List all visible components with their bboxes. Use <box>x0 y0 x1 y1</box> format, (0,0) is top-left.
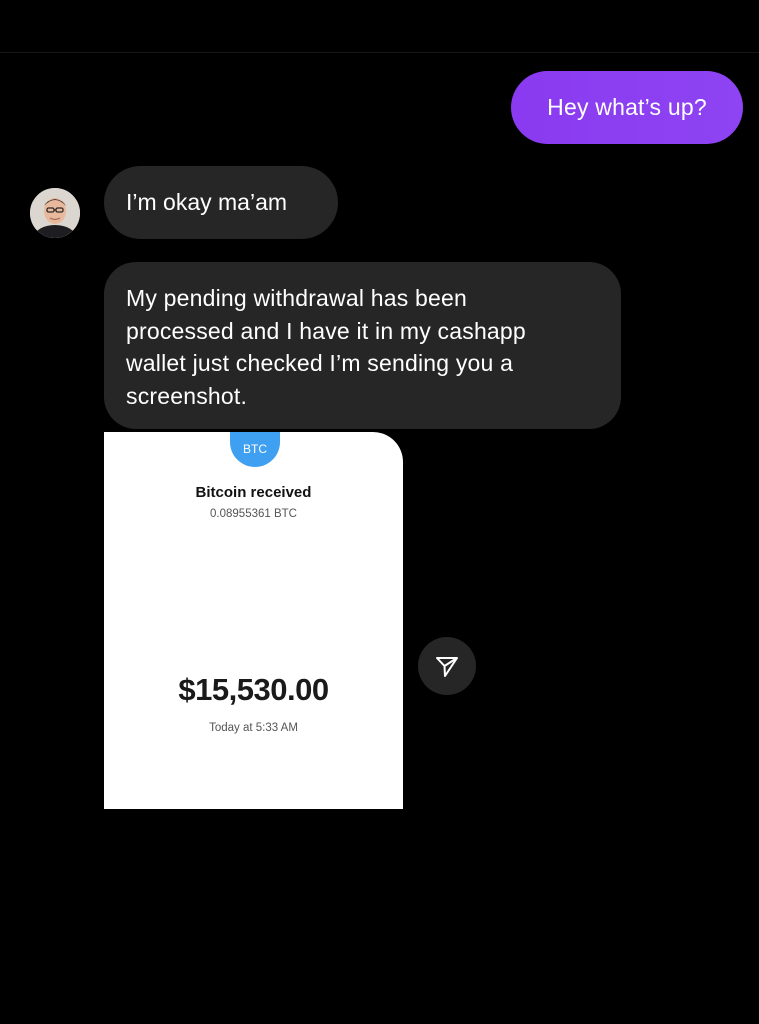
dm-thread-screen: Hey what’s up? I’m okay ma’am My pending… <box>0 0 759 1024</box>
transaction-title: Bitcoin received <box>195 484 312 501</box>
incoming-message-bubble[interactable]: I’m okay ma’am <box>104 166 338 239</box>
message-line: screenshot. <box>126 382 248 409</box>
message-line: processed and I have it in my cashapp <box>126 317 526 344</box>
avatar-photo <box>30 188 80 238</box>
outgoing-message-bubble[interactable]: Hey what’s up? <box>511 71 743 144</box>
usd-amount: $15,530.00 <box>178 672 329 707</box>
avatar[interactable] <box>30 188 80 238</box>
incoming-message-text: I’m okay ma’am <box>126 189 288 215</box>
screenshot-attachment[interactable]: BTC Bitcoin received 0.08955361 BTC $15,… <box>104 432 403 809</box>
incoming-message-bubble-long[interactable]: My pending withdrawal has been processed… <box>104 262 621 429</box>
message-line: wallet just checked I’m sending you a <box>126 350 514 376</box>
paper-plane-icon <box>436 657 458 677</box>
message-line: My pending withdrawal has been <box>126 285 467 311</box>
btc-badge-label: BTC <box>243 442 267 456</box>
outgoing-message-text: Hey what’s up? <box>547 94 707 120</box>
btc-badge: BTC <box>230 432 280 467</box>
btc-amount: 0.08955361 BTC <box>210 508 297 520</box>
share-button[interactable] <box>418 637 476 695</box>
header-divider <box>0 52 759 53</box>
transaction-timestamp: Today at 5:33 AM <box>209 722 298 734</box>
